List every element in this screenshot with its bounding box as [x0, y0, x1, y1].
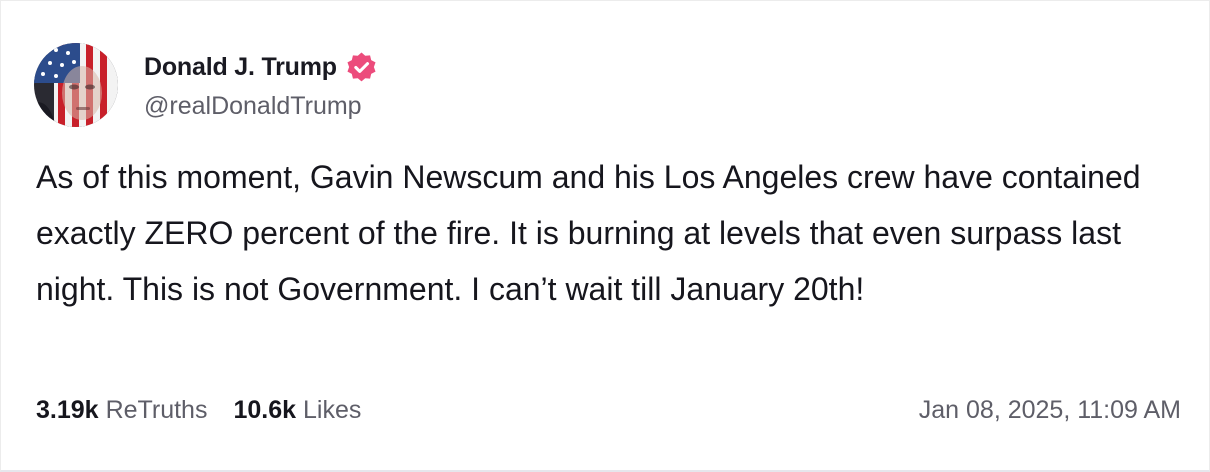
post-footer: 3.19k ReTruths 10.6k Likes Jan 08, 2025,… — [36, 390, 1181, 430]
author-identity: Donald J. Trump @realDonaldTrump — [144, 50, 378, 121]
post-body-text: As of this moment, Gavin Newscum and his… — [36, 159, 1141, 307]
post-card: Donald J. Trump @realDonaldTrump As of t… — [0, 0, 1210, 472]
likes-stat[interactable]: 10.6k Likes — [233, 396, 361, 425]
verified-badge-icon — [347, 52, 376, 82]
avatar[interactable] — [34, 43, 118, 127]
retruths-label: ReTruths — [105, 395, 208, 424]
author-handle[interactable]: @realDonaldTrump — [144, 92, 378, 121]
retruths-stat[interactable]: 3.19k ReTruths — [36, 396, 207, 425]
likes-count: 10.6k — [233, 395, 297, 424]
retruths-count: 3.19k — [36, 395, 99, 424]
author-display-name[interactable]: Donald J. Trump — [144, 53, 337, 82]
likes-label: Likes — [303, 395, 362, 424]
avatar-flag-portrait-image — [34, 43, 118, 127]
author-name-row: Donald J. Trump — [144, 50, 378, 86]
post-timestamp[interactable]: Jan 08, 2025, 11:09 AM — [919, 396, 1181, 425]
post-header: Donald J. Trump @realDonaldTrump — [34, 43, 378, 127]
